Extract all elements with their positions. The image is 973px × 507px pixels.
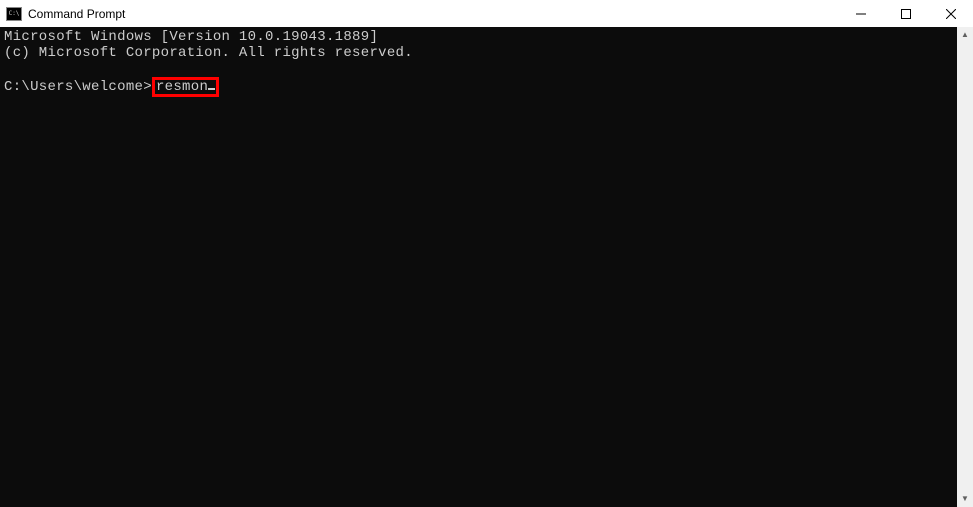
version-line: Microsoft Windows [Version 10.0.19043.18…: [4, 29, 969, 45]
window-title: Command Prompt: [28, 7, 125, 21]
cursor: [208, 88, 215, 90]
scroll-up-button[interactable]: ▲: [957, 27, 973, 43]
chevron-down-icon: ▼: [961, 495, 969, 503]
terminal[interactable]: Microsoft Windows [Version 10.0.19043.18…: [0, 27, 973, 507]
close-icon: [946, 9, 956, 19]
scrollbar[interactable]: ▲ ▼: [957, 27, 973, 507]
scroll-track[interactable]: [957, 43, 973, 491]
maximize-icon: [901, 9, 911, 19]
window-controls: [838, 0, 973, 27]
chevron-up-icon: ▲: [961, 31, 969, 39]
copyright-line: (c) Microsoft Corporation. All rights re…: [4, 45, 969, 61]
maximize-button[interactable]: [883, 0, 928, 27]
minimize-icon: [856, 9, 866, 19]
close-button[interactable]: [928, 0, 973, 27]
cmd-icon-text: C:\: [9, 11, 20, 17]
command-text: resmon: [156, 79, 208, 95]
prompt-line: C:\Users\welcome>resmon: [4, 77, 969, 97]
scroll-down-button[interactable]: ▼: [957, 491, 973, 507]
cmd-icon: C:\: [6, 7, 22, 21]
titlebar[interactable]: C:\ Command Prompt: [0, 0, 973, 27]
minimize-button[interactable]: [838, 0, 883, 27]
command-highlight: resmon: [152, 77, 219, 97]
prompt-path: C:\Users\welcome>: [4, 79, 152, 95]
